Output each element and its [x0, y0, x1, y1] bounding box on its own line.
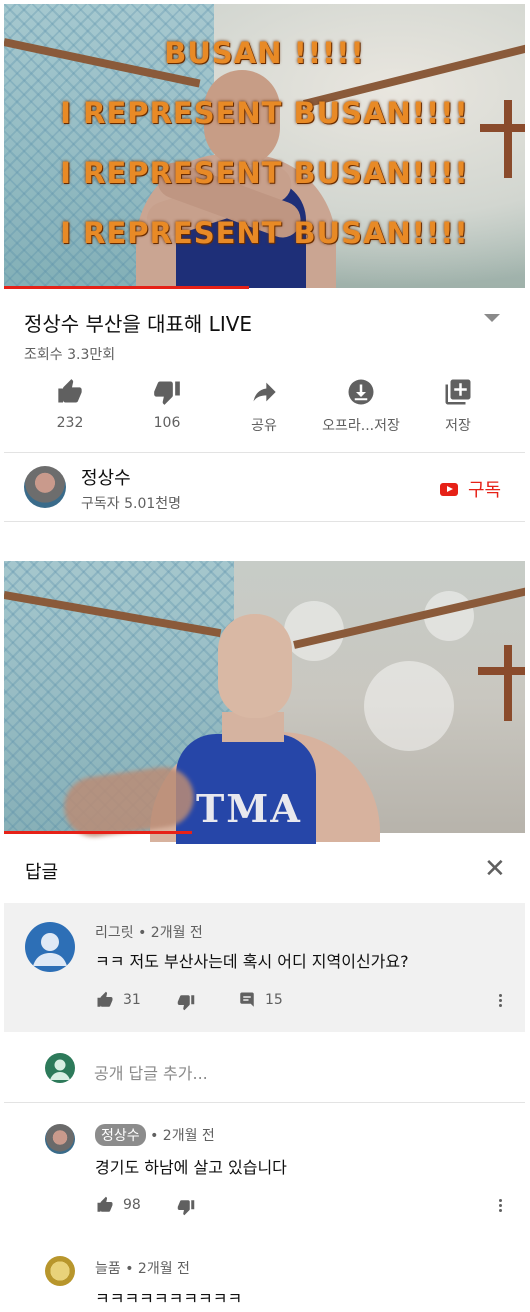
person-icon [50, 1059, 70, 1080]
video-player-1[interactable]: BUSAN !!!!! I REPRESENT BUSAN!!!! I REPR… [4, 4, 525, 288]
close-icon[interactable]: ✕ [484, 854, 506, 884]
comment-like-count: 31 [123, 992, 141, 1008]
overlay-line-1: BUSAN !!!!! [164, 36, 365, 70]
like-button[interactable]: 232 [28, 374, 112, 431]
dislike-button[interactable]: 106 [125, 374, 209, 431]
overlay-line-3: I REPRESENT BUSAN!!!! [60, 156, 469, 190]
cross-bar [478, 667, 525, 675]
view-count: 조회수 3.3만회 [24, 347, 116, 363]
light-bokeh [364, 661, 454, 751]
comment-like-button[interactable]: 31 [95, 991, 141, 1009]
comment-reply-count: 15 [265, 992, 283, 1008]
share-button[interactable]: 공유 [222, 374, 306, 435]
person-head [218, 614, 292, 718]
replies-header: 답글 [25, 862, 59, 883]
author-avatar[interactable] [45, 1256, 75, 1286]
subscribe-button[interactable]: 구독 [440, 476, 501, 502]
chevron-down-icon[interactable] [484, 314, 500, 322]
shirt-text: TMA [196, 786, 302, 831]
reply-text: ㅋㅋㅋㅋㅋㅋㅋㅋㅋㅋ [95, 1289, 243, 1308]
divider [4, 1102, 525, 1103]
add-to-playlist-icon [416, 374, 500, 410]
reply-meta: 정상수 • 2개월 전 [95, 1124, 215, 1146]
thumbs-down-icon [177, 1200, 195, 1216]
thumbs-down-icon [125, 374, 209, 410]
save-playlist-button[interactable]: 저장 [416, 374, 500, 435]
divider [4, 452, 525, 453]
channel-avatar[interactable] [24, 466, 66, 508]
reply-like-button[interactable]: 98 [95, 1196, 141, 1214]
overlay-line-2: I REPRESENT BUSAN!!!! [60, 96, 469, 130]
offline-save-button[interactable]: 오프라...저장 [319, 374, 403, 435]
dislike-count: 106 [153, 415, 181, 431]
add-reply-input[interactable]: 공개 답글 추가... [94, 1060, 208, 1084]
comment-text: ㅋㅋ 저도 부산사는데 혹시 어디 지역이신가요? [95, 952, 409, 971]
subscribe-label: 구독 [468, 480, 502, 501]
comment-replies-button[interactable]: 15 [237, 991, 283, 1009]
share-label: 공유 [251, 418, 277, 434]
download-icon [319, 374, 403, 410]
thumbs-up-icon [97, 1196, 113, 1212]
subscriber-count: 구독자 5.01천명 [81, 496, 182, 512]
video-progress-bar[interactable] [4, 286, 249, 289]
offline-save-label: 오프라...저장 [322, 418, 400, 434]
author-avatar[interactable] [45, 1124, 75, 1154]
reply-time: • 2개월 전 [150, 1128, 215, 1144]
overlay-line-4: I REPRESENT BUSAN!!!! [60, 216, 469, 250]
divider [4, 521, 525, 522]
more-vert-icon[interactable] [499, 1197, 503, 1214]
thumbs-up-icon [28, 374, 112, 410]
my-avatar [45, 1053, 75, 1083]
reply-like-count: 98 [123, 1197, 141, 1213]
cross-icon [504, 645, 512, 721]
youtube-logo-icon [440, 482, 458, 496]
share-icon [222, 374, 306, 410]
save-label: 저장 [445, 418, 471, 434]
thumbs-up-icon [97, 991, 113, 1007]
video-progress-bar[interactable] [4, 831, 192, 834]
video-title: 정상수 부산을 대표해 LIVE [24, 312, 253, 336]
channel-name[interactable]: 정상수 [81, 464, 131, 490]
person-icon [33, 933, 67, 966]
channel-owner-badge[interactable]: 정상수 [95, 1124, 146, 1146]
like-count: 232 [56, 415, 84, 431]
thumbs-down-icon [177, 995, 195, 1011]
reply-dislike-button[interactable] [176, 1198, 196, 1216]
comment-meta: 리그릿 • 2개월 전 [95, 925, 203, 941]
commenter-avatar[interactable] [25, 922, 75, 972]
comment-icon [240, 992, 254, 1007]
comment-dislike-button[interactable] [176, 993, 196, 1011]
reply-text: 경기도 하남에 살고 있습니다 [95, 1158, 287, 1177]
more-vert-icon[interactable] [499, 992, 503, 1009]
reply-meta: 늘품 • 2개월 전 [95, 1261, 190, 1277]
